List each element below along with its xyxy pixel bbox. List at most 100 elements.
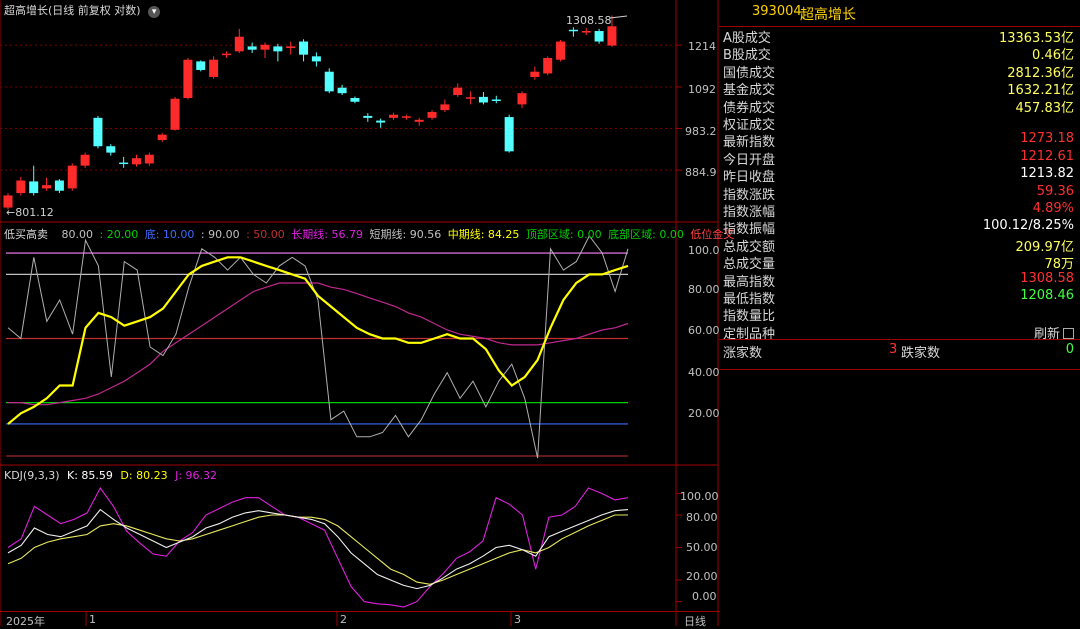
info-row-label: 最高指数 <box>723 274 776 290</box>
chart-area[interactable] <box>0 0 719 626</box>
info-row: 基金成交 1632.21亿 <box>719 79 1080 99</box>
info-row-value: 1212.61 <box>1020 148 1074 164</box>
kdj-j-line <box>7 486 629 608</box>
candle-body <box>273 46 283 52</box>
info-row-label: 基金成交 <box>723 83 776 99</box>
low-price-value: 801.12 <box>15 206 54 219</box>
info-row: 指数振幅 100.12/8.25% <box>719 218 1080 238</box>
kdj-y-tick: 20.00 <box>686 570 718 583</box>
divider <box>719 369 1080 370</box>
candle-body <box>286 46 296 49</box>
candle-body <box>337 87 347 94</box>
info-row: 指数涨幅 4.89% <box>719 201 1080 220</box>
short-term-line <box>7 235 629 459</box>
candle-body <box>389 114 398 118</box>
period-label[interactable]: 日线 <box>684 613 706 629</box>
time-axis <box>0 611 719 627</box>
candle-body <box>106 146 116 153</box>
info-row-label: 指数涨幅 <box>723 205 776 220</box>
y-tick: 884.9 <box>685 166 717 179</box>
ind-y-tick: 20.00 <box>688 407 720 420</box>
y-tick: 1214 <box>688 40 716 53</box>
time-label: 1 <box>89 613 96 626</box>
info-row: 最新指数 1273.18 <box>719 131 1080 151</box>
time-label: 3 <box>514 613 521 626</box>
candle-body <box>440 104 450 111</box>
info-row: B股成交 0.46亿 <box>719 44 1080 63</box>
kdj-d-line <box>7 514 628 585</box>
candle-body <box>67 165 77 189</box>
candle-body <box>427 112 437 118</box>
info-row: 定制品种 刷新 <box>719 323 1080 342</box>
main-panel-title-text: 超高增长(日线 前复权 对数) <box>4 4 141 17</box>
ind-y-tick: 100.0 <box>688 244 720 257</box>
info-row-value: 1273.18 <box>1020 131 1074 147</box>
info-row: A股成交 13363.53亿 <box>719 27 1080 46</box>
info-row: 国债成交 2812.36亿 <box>719 62 1080 81</box>
info-row-value: 100.12/8.25% <box>982 218 1074 234</box>
candle-body <box>568 29 578 32</box>
y-tick: 1092 <box>688 83 716 96</box>
info-row-label: 债券成交 <box>723 100 776 116</box>
mid-term-line <box>7 256 629 425</box>
info-row-value: 1632.21亿 <box>1007 83 1074 99</box>
candle-body <box>80 154 90 166</box>
kdj-k-line <box>7 508 629 590</box>
info-row-label: 总成交额 <box>723 239 776 255</box>
y-tick: 983.2 <box>685 125 717 138</box>
time-label: 2 <box>340 613 347 626</box>
info-row-label: 指数振幅 <box>723 222 776 238</box>
candle-body <box>170 98 180 130</box>
chevron-down-icon[interactable]: ▾ <box>148 6 161 18</box>
ind-y-tick: 40.00 <box>688 366 720 379</box>
info-row: 总成交额 209.97亿 <box>719 236 1080 255</box>
time-label: 2025年 <box>6 615 45 628</box>
candle-body <box>209 59 219 77</box>
adv-label: 涨家数 <box>723 346 763 361</box>
refresh-icon[interactable] <box>1063 327 1074 339</box>
candle-body <box>311 56 321 62</box>
info-row-label: 今日开盘 <box>723 152 776 168</box>
candle-body <box>260 44 270 50</box>
candle-body <box>247 46 257 50</box>
info-row-label: 指数量比 <box>723 309 776 325</box>
ind-y-tick: 60.00 <box>688 324 720 337</box>
candle-body <box>29 181 39 194</box>
kdj-y-tick: 50.00 <box>686 541 718 554</box>
high-marker-arrow <box>609 15 628 19</box>
low-price-label: ←801.12 <box>6 206 54 219</box>
dec-value: 0 <box>1065 342 1074 357</box>
candle-body <box>414 119 424 122</box>
candle-body <box>196 61 206 70</box>
candle-body <box>16 180 26 194</box>
info-row: 最低指数 1208.46 <box>719 288 1080 307</box>
candle-body <box>581 31 591 33</box>
info-row: 总成交量 78万 <box>719 253 1080 273</box>
info-title: 393004 超高增长 <box>719 0 1080 27</box>
info-row-value: 1208.46 <box>1020 288 1074 303</box>
dec-label: 跌家数 <box>901 346 941 361</box>
candle-body <box>478 96 488 103</box>
info-row: 债券成交 457.83亿 <box>719 97 1080 116</box>
adv-value: 3 <box>889 342 898 357</box>
info-row: 最高指数 1308.58 <box>719 271 1080 290</box>
info-row-label: 最新指数 <box>723 135 776 151</box>
candle-body <box>401 116 411 118</box>
indicator-item: 中期线: 84.25 <box>447 228 520 241</box>
info-row-label: 总成交量 <box>723 257 776 273</box>
indicator-item: 顶部区域: 0.00 <box>525 228 602 241</box>
candle-body <box>299 41 309 55</box>
info-row: 今日开盘 1212.61 <box>719 148 1080 168</box>
candle-body <box>543 58 553 74</box>
info-row: 指数涨跌 59.36 <box>719 184 1080 203</box>
candle-body <box>376 120 386 123</box>
info-row-value: 13363.53亿 <box>998 31 1074 46</box>
indicator-item: 长期线: 56.79 <box>291 228 364 241</box>
kdj-y-tick: 100.00 <box>680 490 719 503</box>
indicator-item: 底部区域: 0.00 <box>608 228 684 241</box>
candle-body <box>119 162 129 165</box>
index-code: 393004 <box>752 4 802 19</box>
breadth-row: 涨家数 3 跌家数 0 <box>719 342 1080 361</box>
candle-body <box>144 154 154 164</box>
ind-y-tick: 80.00 <box>688 283 720 296</box>
